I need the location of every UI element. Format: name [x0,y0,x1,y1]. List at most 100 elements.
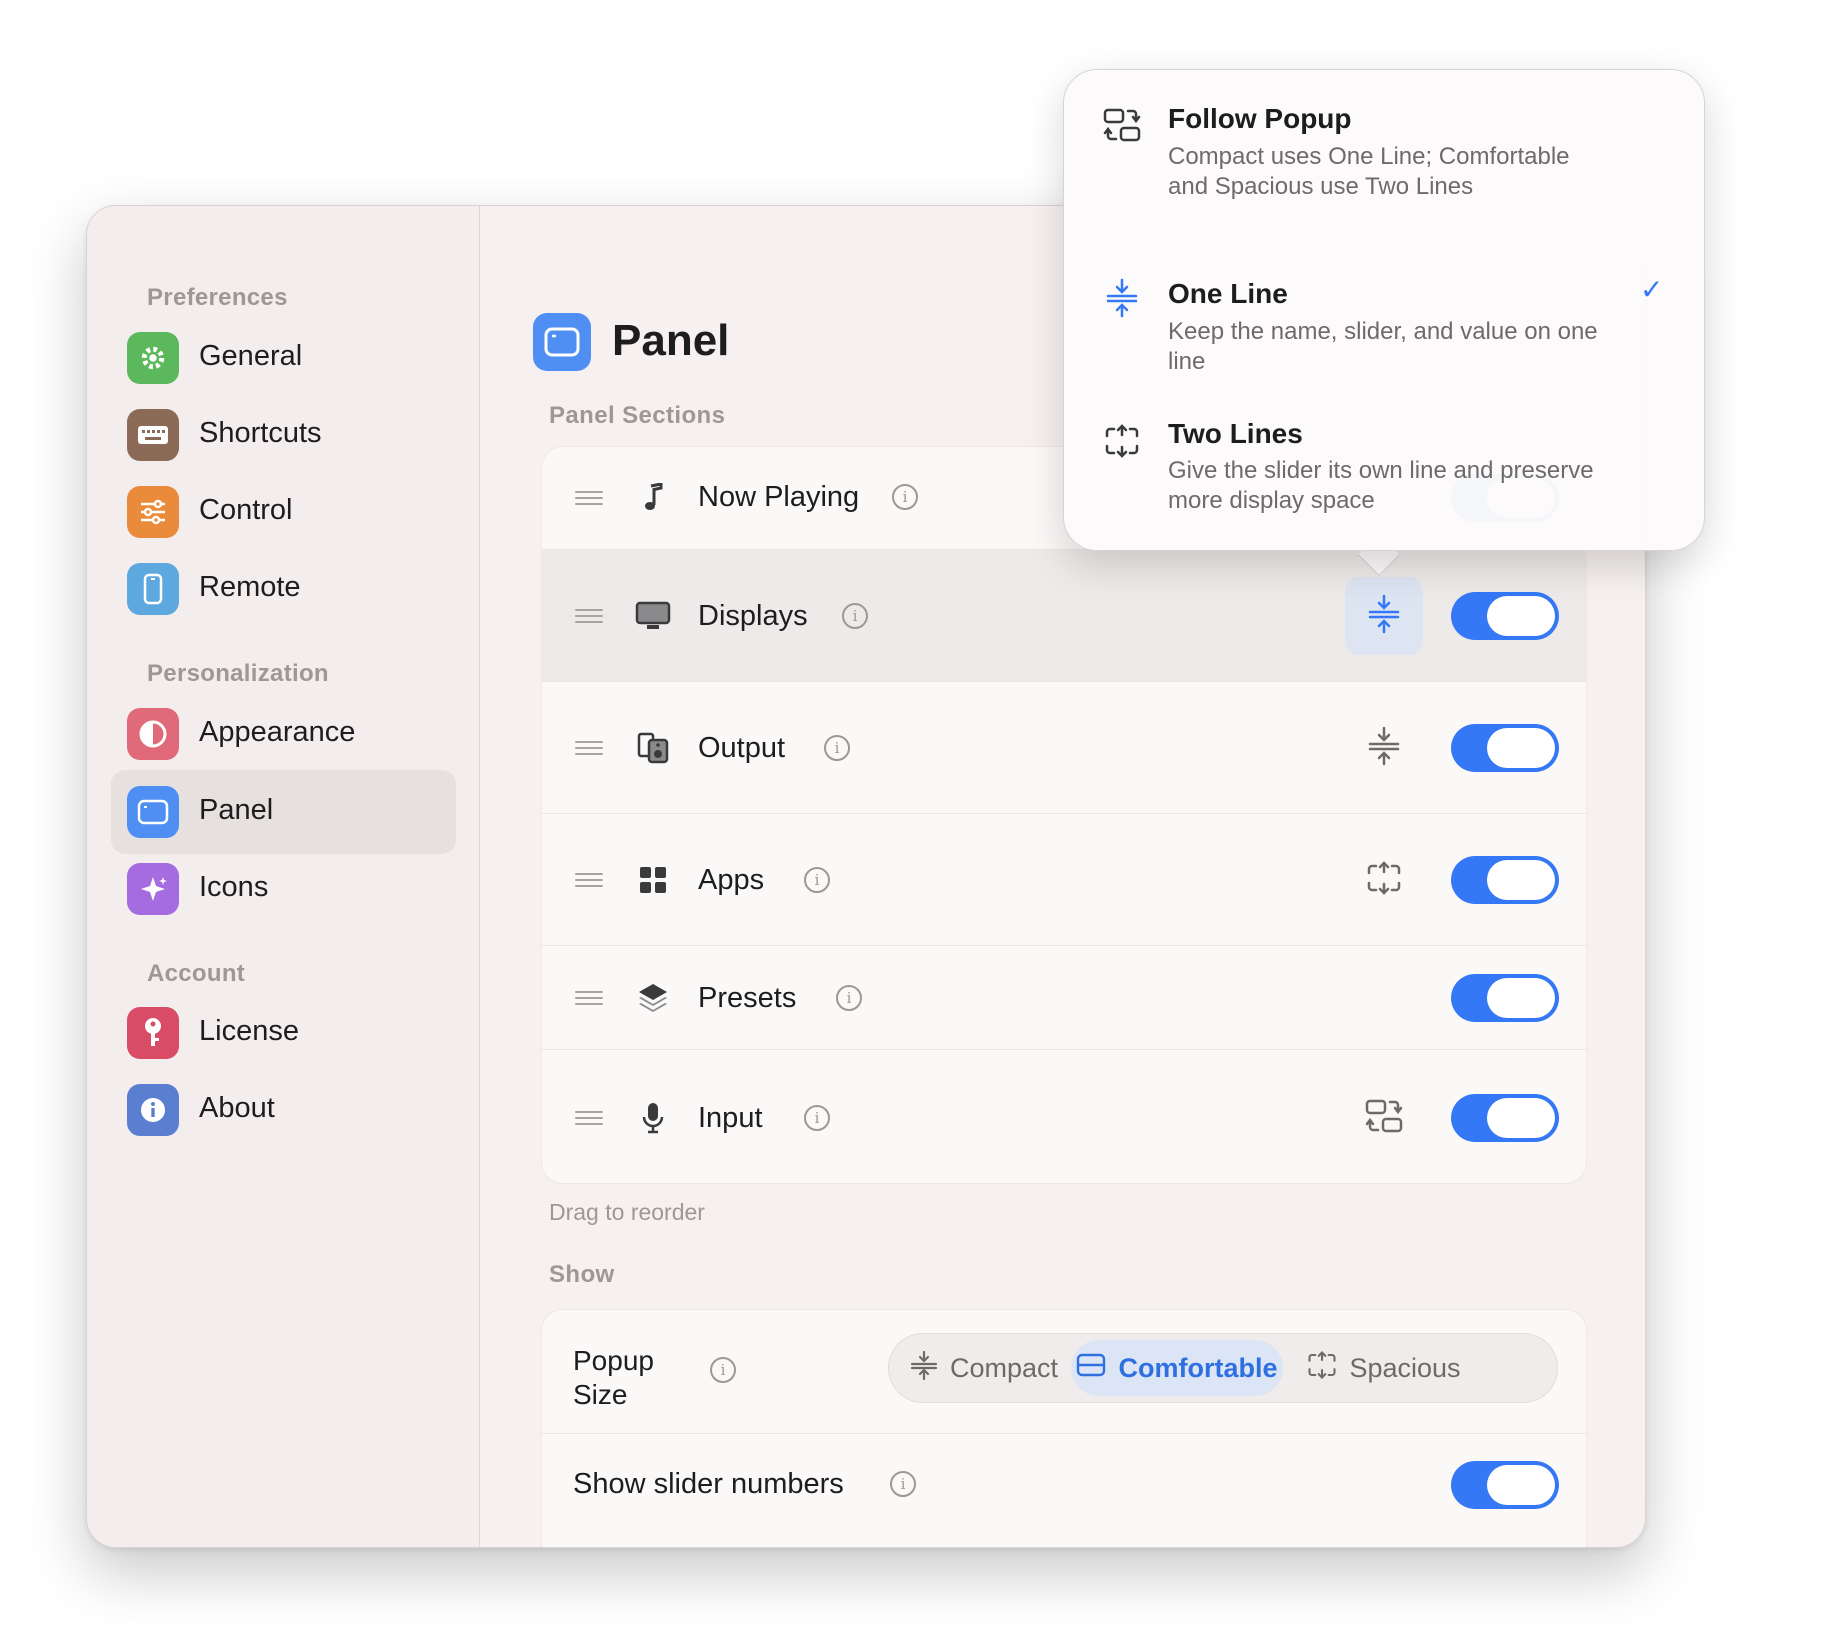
layout-popover-menu: Follow Popup Compact uses One Line; Comf… [1063,69,1705,551]
page-title: Panel [612,316,730,365]
row-layout-button[interactable] [1345,577,1423,655]
show-slider-numbers-label: Show slider numbers [573,1468,844,1500]
drag-handle-icon[interactable] [575,1111,603,1125]
menu-item-follow-popup[interactable]: Follow Popup Compact uses One Line; Comf… [1064,100,1704,250]
row-label: Presets [698,982,797,1014]
sidebar-item-about[interactable]: About [111,1068,456,1152]
one-line-icon [1367,594,1401,639]
list-item[interactable]: Input i [542,1049,1586,1183]
info-icon[interactable]: i [824,735,850,761]
segment-label: Comfortable [1118,1352,1278,1383]
list-item[interactable]: Displays i [542,549,1586,681]
checkmark-icon: ✓ [1640,274,1664,305]
sidebar: Preferences General Shortcuts Control Re… [87,206,480,1547]
list-item[interactable]: Output i [542,681,1586,813]
list-item[interactable]: Apps i [542,813,1586,945]
compact-icon [910,1350,938,1387]
row-layout-button[interactable] [1345,709,1423,787]
drag-handle-icon[interactable] [575,491,603,505]
info-icon[interactable]: i [842,603,868,629]
sidebar-item-license[interactable]: License [111,991,456,1075]
drag-handle-icon[interactable] [575,609,603,623]
gear-icon [127,332,179,384]
one-line-icon [1367,726,1401,771]
popup-size-label: Popup Size [573,1345,654,1410]
popup-size-comfortable[interactable]: Comfortable [1071,1340,1283,1396]
keyboard-icon [127,409,179,461]
sidebar-item-label: Icons [199,871,269,903]
show-section-label: Show [549,1261,615,1288]
drag-handle-icon[interactable] [575,873,603,887]
segment-label: Compact [949,1352,1059,1383]
two-lines-icon [1101,420,1143,462]
panel-sections-list: Now Playing i Displays i Output i Apps i… [541,446,1587,1184]
menu-item-two-lines[interactable]: Two Lines Give the slider its own line a… [1064,418,1704,528]
show-slider-numbers-toggle[interactable] [1451,1461,1559,1509]
presets-toggle[interactable] [1451,974,1559,1022]
row-label: Output [698,732,786,764]
sidebar-item-label: Appearance [199,716,356,748]
info-icon[interactable]: i [710,1357,736,1383]
displays-toggle[interactable] [1451,592,1559,640]
info-icon[interactable]: i [836,985,862,1011]
row-label: Displays [698,600,808,632]
grid-icon [635,862,671,898]
comfortable-icon [1076,1353,1106,1384]
menu-item-description: Compact uses One Line; Comfortable and S… [1168,143,1570,200]
sidebar-item-icons[interactable]: Icons [111,847,456,931]
sidebar-item-label: Remote [199,571,301,603]
sidebar-section-personalization: Personalization [147,660,329,687]
apps-toggle[interactable] [1451,856,1559,904]
list-item[interactable]: Presets i [542,945,1586,1049]
spacious-icon [1307,1350,1337,1387]
menu-item-description: Give the slider its own line and preserv… [1168,457,1594,514]
menu-item-one-line[interactable]: One Line ✓ Keep the name, slider, and va… [1064,274,1704,385]
layers-icon [635,980,671,1016]
show-slider-numbers-row: Show slider numbers i [542,1433,1586,1543]
info-icon [127,1084,179,1136]
sidebar-item-control[interactable]: Control [111,470,456,554]
segment-label: Spacious [1349,1352,1461,1383]
sidebar-item-label: General [199,340,303,372]
input-toggle[interactable] [1451,1094,1559,1142]
sidebar-section-account: Account [147,960,246,987]
sidebar-item-label: Control [199,494,293,526]
panel-sections-label: Panel Sections [549,402,726,429]
sidebar-item-label: License [199,1015,299,1047]
popup-size-segmented-control: Compact Comfortable Spacious [888,1333,1558,1403]
popup-size-compact[interactable]: Compact [899,1340,1069,1396]
drag-handle-icon[interactable] [575,991,603,1005]
row-layout-button[interactable] [1345,841,1423,919]
info-icon[interactable]: i [804,867,830,893]
microphone-icon [635,1100,671,1136]
music-note-icon [635,480,671,516]
phone-icon [127,563,179,615]
info-icon[interactable]: i [892,484,918,510]
window-icon [127,786,179,838]
drag-handle-icon[interactable] [575,741,603,755]
sliders-icon [127,486,179,538]
one-line-icon [1101,277,1143,319]
menu-item-description: Keep the name, slider, and value on one … [1168,318,1598,375]
monitor-icon [635,598,671,634]
sidebar-item-remote[interactable]: Remote [111,547,456,631]
row-label: Now Playing [698,481,860,513]
contrast-icon [127,708,179,760]
row-layout-button[interactable] [1345,1079,1423,1157]
reorder-hint: Drag to reorder [549,1199,705,1225]
menu-item-title: Two Lines [1168,418,1303,449]
sidebar-item-shortcuts[interactable]: Shortcuts [111,393,456,477]
info-icon[interactable]: i [890,1471,916,1497]
sidebar-item-general[interactable]: General [111,316,456,400]
sidebar-item-label: Shortcuts [199,417,322,449]
sidebar-item-panel[interactable]: Panel [111,770,456,854]
follow-popup-icon [1101,104,1143,146]
sparkles-icon [127,863,179,915]
output-toggle[interactable] [1451,724,1559,772]
speaker-icon [635,730,671,766]
info-icon[interactable]: i [804,1105,830,1131]
row-label: Input [698,1102,763,1134]
sidebar-item-appearance[interactable]: Appearance [111,692,456,776]
popup-size-spacious[interactable]: Spacious [1289,1340,1479,1396]
sidebar-item-label: Panel [199,794,274,826]
